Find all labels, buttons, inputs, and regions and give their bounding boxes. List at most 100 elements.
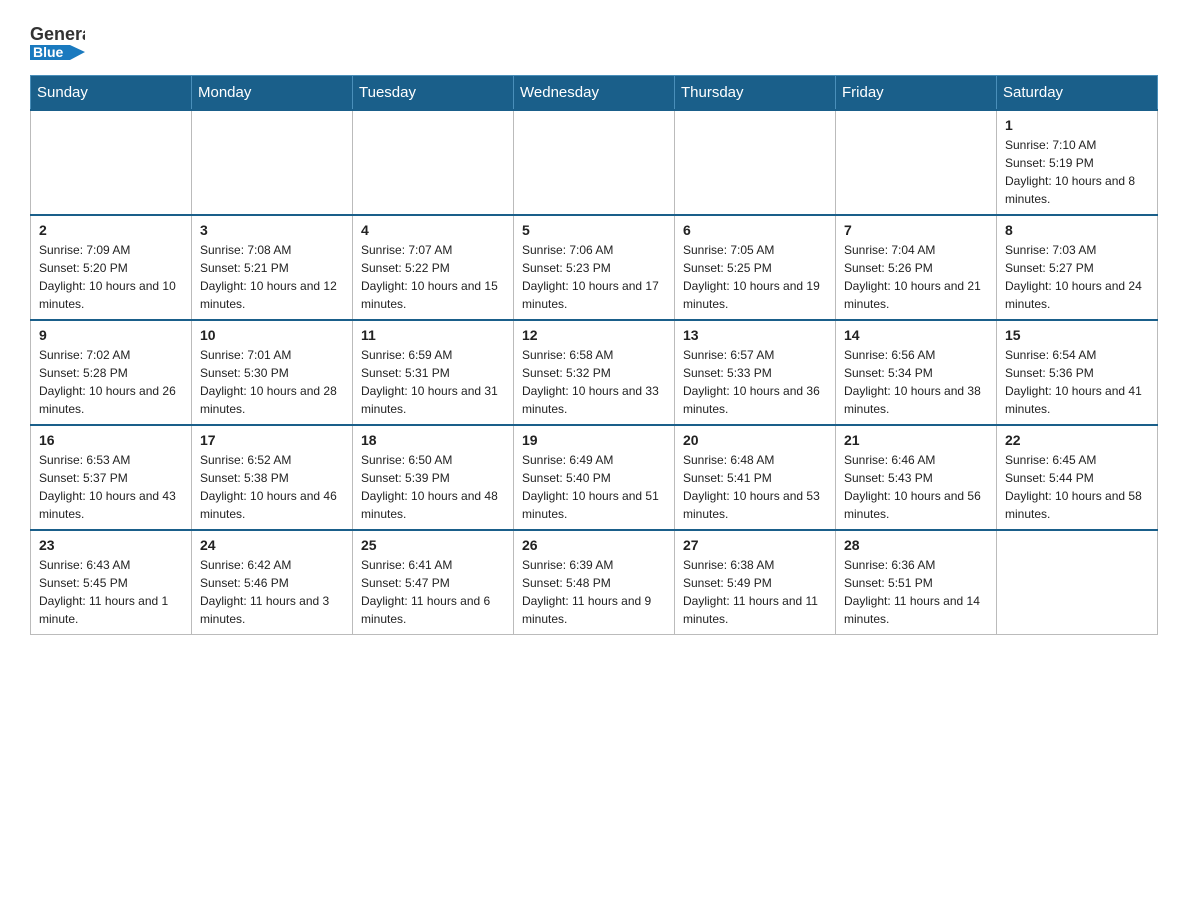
day-of-week-header: Monday	[192, 76, 353, 111]
day-of-week-header: Friday	[836, 76, 997, 111]
day-info: Sunrise: 6:39 AMSunset: 5:48 PMDaylight:…	[522, 556, 666, 628]
day-info: Sunrise: 6:48 AMSunset: 5:41 PMDaylight:…	[683, 451, 827, 523]
day-of-week-header: Sunday	[31, 76, 192, 111]
calendar-day-cell: 22 Sunrise: 6:45 AMSunset: 5:44 PMDayligh…	[997, 425, 1158, 530]
calendar-day-cell	[514, 110, 675, 215]
calendar-day-cell: 27 Sunrise: 6:38 AMSunset: 5:49 PMDayligh…	[675, 530, 836, 635]
day-number: 14	[844, 327, 988, 343]
calendar-week-row: 9 Sunrise: 7:02 AMSunset: 5:28 PMDaylight…	[31, 320, 1158, 425]
calendar-day-cell: 2Sunrise: 7:09 AMSunset: 5:20 PMDaylight…	[31, 215, 192, 320]
day-number: 27	[683, 537, 827, 553]
day-number: 17	[200, 432, 344, 448]
calendar-day-cell: 1Sunrise: 7:10 AMSunset: 5:19 PMDaylight…	[997, 110, 1158, 215]
day-info: Sunrise: 7:01 AMSunset: 5:30 PMDaylight:…	[200, 346, 344, 418]
calendar-day-cell: 3 Sunrise: 7:08 AMSunset: 5:21 PMDaylight…	[192, 215, 353, 320]
calendar-day-cell: 7 Sunrise: 7:04 AMSunset: 5:26 PMDaylight…	[836, 215, 997, 320]
calendar-day-cell: 21 Sunrise: 6:46 AMSunset: 5:43 PMDayligh…	[836, 425, 997, 530]
calendar-day-cell: 16 Sunrise: 6:53 AMSunset: 5:37 PMDayligh…	[31, 425, 192, 530]
calendar-day-cell: 24 Sunrise: 6:42 AMSunset: 5:46 PMDayligh…	[192, 530, 353, 635]
calendar-day-cell: 6 Sunrise: 7:05 AMSunset: 5:25 PMDaylight…	[675, 215, 836, 320]
calendar-day-cell: 20 Sunrise: 6:48 AMSunset: 5:41 PMDayligh…	[675, 425, 836, 530]
day-of-week-header: Saturday	[997, 76, 1158, 111]
day-info: Sunrise: 7:08 AMSunset: 5:21 PMDaylight:…	[200, 241, 344, 313]
day-of-week-header: Wednesday	[514, 76, 675, 111]
calendar-table: SundayMondayTuesdayWednesdayThursdayFrid…	[30, 75, 1158, 635]
day-info: Sunrise: 7:05 AMSunset: 5:25 PMDaylight:…	[683, 241, 827, 313]
day-number: 16	[39, 432, 183, 448]
calendar-day-cell: 12 Sunrise: 6:58 AMSunset: 5:32 PMDayligh…	[514, 320, 675, 425]
calendar-day-cell: 11 Sunrise: 6:59 AMSunset: 5:31 PMDayligh…	[353, 320, 514, 425]
day-number: 24	[200, 537, 344, 553]
calendar-day-cell: 28 Sunrise: 6:36 AMSunset: 5:51 PMDayligh…	[836, 530, 997, 635]
day-info: Sunrise: 6:45 AMSunset: 5:44 PMDaylight:…	[1005, 451, 1149, 523]
logo: GeneralBlue	[30, 20, 85, 65]
day-info: Sunrise: 6:38 AMSunset: 5:49 PMDaylight:…	[683, 556, 827, 628]
day-info: Sunrise: 6:50 AMSunset: 5:39 PMDaylight:…	[361, 451, 505, 523]
calendar-day-cell	[31, 110, 192, 215]
svg-text:Blue: Blue	[33, 44, 64, 60]
day-info: Sunrise: 6:41 AMSunset: 5:47 PMDaylight:…	[361, 556, 505, 628]
day-info: Sunrise: 6:53 AMSunset: 5:37 PMDaylight:…	[39, 451, 183, 523]
day-number: 9	[39, 327, 183, 343]
day-info: Sunrise: 7:10 AMSunset: 5:19 PMDaylight:…	[1005, 136, 1149, 208]
calendar-day-cell	[675, 110, 836, 215]
day-number: 28	[844, 537, 988, 553]
calendar-day-cell: 4 Sunrise: 7:07 AMSunset: 5:22 PMDaylight…	[353, 215, 514, 320]
day-number: 10	[200, 327, 344, 343]
day-number: 25	[361, 537, 505, 553]
calendar-day-cell	[192, 110, 353, 215]
day-info: Sunrise: 6:49 AMSunset: 5:40 PMDaylight:…	[522, 451, 666, 523]
day-number: 5	[522, 222, 666, 238]
day-info: Sunrise: 7:06 AMSunset: 5:23 PMDaylight:…	[522, 241, 666, 313]
day-number: 26	[522, 537, 666, 553]
day-number: 6	[683, 222, 827, 238]
calendar-week-row: 23Sunrise: 6:43 AMSunset: 5:45 PMDayligh…	[31, 530, 1158, 635]
calendar-day-cell: 19 Sunrise: 6:49 AMSunset: 5:40 PMDayligh…	[514, 425, 675, 530]
calendar-day-cell: 25 Sunrise: 6:41 AMSunset: 5:47 PMDayligh…	[353, 530, 514, 635]
day-number: 21	[844, 432, 988, 448]
page-header: GeneralBlue	[30, 20, 1158, 65]
day-number: 13	[683, 327, 827, 343]
day-info: Sunrise: 6:58 AMSunset: 5:32 PMDaylight:…	[522, 346, 666, 418]
day-info: Sunrise: 7:07 AMSunset: 5:22 PMDaylight:…	[361, 241, 505, 313]
calendar-day-cell: 9 Sunrise: 7:02 AMSunset: 5:28 PMDaylight…	[31, 320, 192, 425]
calendar-day-cell: 8 Sunrise: 7:03 AMSunset: 5:27 PMDaylight…	[997, 215, 1158, 320]
calendar-week-row: 16 Sunrise: 6:53 AMSunset: 5:37 PMDayligh…	[31, 425, 1158, 530]
day-info: Sunrise: 6:56 AMSunset: 5:34 PMDaylight:…	[844, 346, 988, 418]
day-number: 19	[522, 432, 666, 448]
day-info: Sunrise: 6:46 AMSunset: 5:43 PMDaylight:…	[844, 451, 988, 523]
calendar-day-cell	[997, 530, 1158, 635]
day-info: Sunrise: 7:03 AMSunset: 5:27 PMDaylight:…	[1005, 241, 1149, 313]
day-number: 7	[844, 222, 988, 238]
day-info: Sunrise: 6:42 AMSunset: 5:46 PMDaylight:…	[200, 556, 344, 628]
calendar-day-cell: 5 Sunrise: 7:06 AMSunset: 5:23 PMDaylight…	[514, 215, 675, 320]
day-number: 11	[361, 327, 505, 343]
calendar-day-cell: 15Sunrise: 6:54 AMSunset: 5:36 PMDayligh…	[997, 320, 1158, 425]
calendar-day-cell: 23Sunrise: 6:43 AMSunset: 5:45 PMDayligh…	[31, 530, 192, 635]
day-info: Sunrise: 7:04 AMSunset: 5:26 PMDaylight:…	[844, 241, 988, 313]
calendar-day-cell: 18Sunrise: 6:50 AMSunset: 5:39 PMDayligh…	[353, 425, 514, 530]
day-number: 12	[522, 327, 666, 343]
day-info: Sunrise: 6:52 AMSunset: 5:38 PMDaylight:…	[200, 451, 344, 523]
day-info: Sunrise: 6:36 AMSunset: 5:51 PMDaylight:…	[844, 556, 988, 628]
calendar-day-cell: 17 Sunrise: 6:52 AMSunset: 5:38 PMDayligh…	[192, 425, 353, 530]
day-number: 22	[1005, 432, 1149, 448]
calendar-week-row: 2Sunrise: 7:09 AMSunset: 5:20 PMDaylight…	[31, 215, 1158, 320]
day-of-week-header: Thursday	[675, 76, 836, 111]
day-info: Sunrise: 6:57 AMSunset: 5:33 PMDaylight:…	[683, 346, 827, 418]
calendar-day-cell: 26 Sunrise: 6:39 AMSunset: 5:48 PMDayligh…	[514, 530, 675, 635]
day-number: 20	[683, 432, 827, 448]
day-info: Sunrise: 6:59 AMSunset: 5:31 PMDaylight:…	[361, 346, 505, 418]
calendar-day-cell: 14 Sunrise: 6:56 AMSunset: 5:34 PMDayligh…	[836, 320, 997, 425]
calendar-day-cell	[836, 110, 997, 215]
day-number: 3	[200, 222, 344, 238]
day-number: 8	[1005, 222, 1149, 238]
logo-svg: GeneralBlue	[30, 20, 85, 65]
day-number: 15	[1005, 327, 1149, 343]
day-of-week-header: Tuesday	[353, 76, 514, 111]
day-number: 4	[361, 222, 505, 238]
calendar-day-cell: 10 Sunrise: 7:01 AMSunset: 5:30 PMDayligh…	[192, 320, 353, 425]
calendar-week-row: 1Sunrise: 7:10 AMSunset: 5:19 PMDaylight…	[31, 110, 1158, 215]
day-info: Sunrise: 7:02 AMSunset: 5:28 PMDaylight:…	[39, 346, 183, 418]
calendar-day-cell	[353, 110, 514, 215]
